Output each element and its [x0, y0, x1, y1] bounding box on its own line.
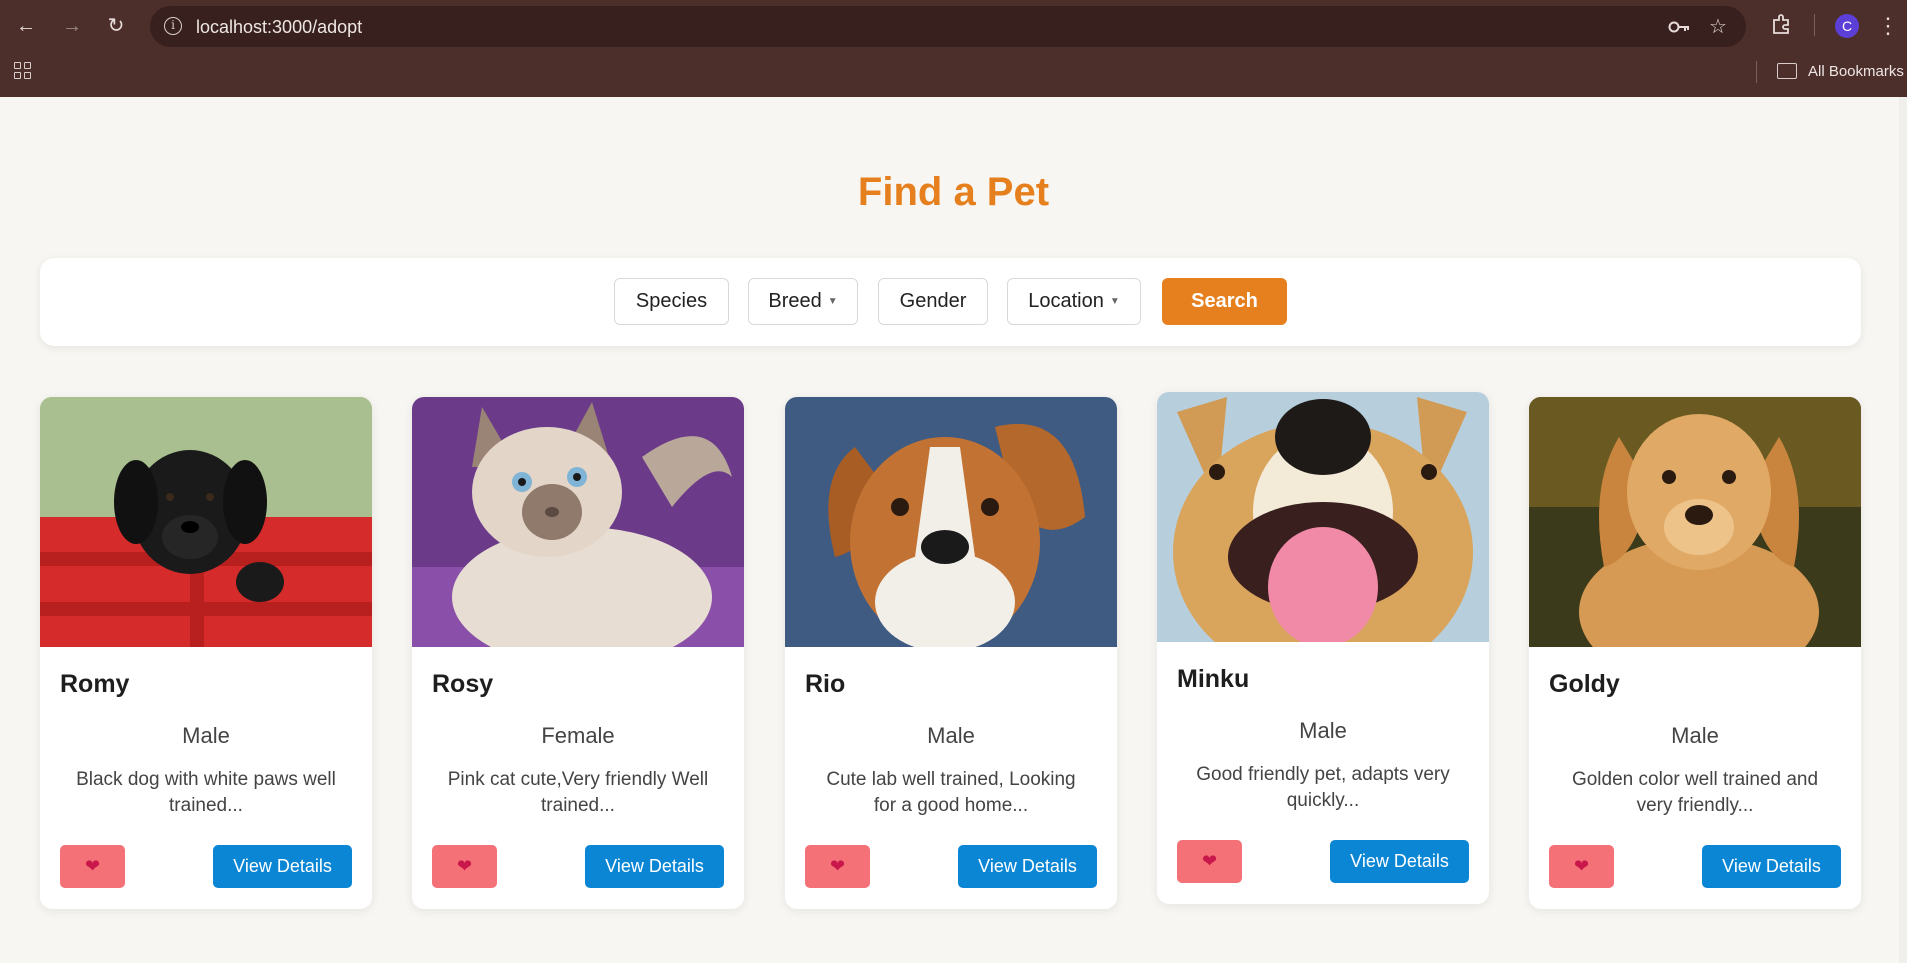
all-bookmarks-link[interactable]: All Bookmarks: [1808, 63, 1904, 80]
toolbar-divider: [1814, 14, 1815, 36]
pet-gender: Male: [182, 723, 230, 748]
breed-dropdown[interactable]: Breed ▼: [748, 278, 858, 325]
pet-gender: Male: [1299, 718, 1347, 743]
address-bar[interactable]: i localhost:3000/adopt ☆: [150, 6, 1746, 47]
password-key-icon[interactable]: [1666, 14, 1692, 40]
bookmarks-divider: [1756, 61, 1757, 83]
location-dropdown-label: Location: [1028, 290, 1104, 312]
pet-photo-black-puppy: [40, 397, 372, 647]
view-details-button[interactable]: View Details: [1702, 845, 1841, 888]
view-details-button[interactable]: View Details: [213, 845, 352, 888]
reload-icon[interactable]: ↻: [104, 14, 128, 38]
page-title: Find a Pet: [857, 170, 1050, 214]
view-details-button[interactable]: View Details: [958, 845, 1097, 888]
page-scrollbar[interactable]: [1899, 97, 1907, 963]
pet-name: Rosy: [432, 670, 494, 698]
pet-gender: Female: [541, 723, 615, 748]
favorite-button[interactable]: ❤: [60, 845, 125, 888]
species-filter-button[interactable]: Species: [614, 278, 729, 325]
gender-filter-button[interactable]: Gender: [878, 278, 988, 325]
breed-dropdown-label: Breed: [768, 290, 822, 312]
pet-photo-siamese-cat: [412, 397, 744, 647]
pet-card-romy: Romy Male Black dog with white paws well…: [40, 397, 372, 909]
browser-toolbar: ← → ↻ i localhost:3000/adopt ☆ C ⋮ All B…: [0, 0, 1907, 97]
folder-icon[interactable]: [1777, 63, 1797, 79]
location-dropdown[interactable]: Location ▼: [1007, 278, 1141, 325]
filter-bar: Species Breed ▼ Gender Location ▼ Search: [40, 258, 1861, 346]
pet-description: Golden color well trained and very frien…: [1571, 769, 1819, 816]
heart-icon: ❤: [1201, 851, 1218, 871]
favorite-button[interactable]: ❤: [1549, 845, 1614, 888]
pet-card-rosy: Rosy Female Pink cat cute,Very friendly …: [412, 397, 744, 909]
heart-icon: ❤: [84, 856, 101, 876]
back-arrow-icon[interactable]: ←: [14, 14, 38, 38]
pet-gender: Male: [927, 723, 975, 748]
favorite-button[interactable]: ❤: [432, 845, 497, 888]
profile-avatar[interactable]: C: [1835, 14, 1859, 38]
pet-name: Minku: [1177, 665, 1250, 693]
bookmark-star-icon[interactable]: ☆: [1705, 14, 1731, 40]
view-details-button[interactable]: View Details: [1330, 840, 1469, 883]
heart-icon: ❤: [1573, 856, 1590, 876]
chevron-down-icon: ▼: [1109, 295, 1120, 307]
pet-photo-beagle: [785, 397, 1117, 647]
search-button[interactable]: Search: [1162, 278, 1287, 325]
species-filter-label: Species: [635, 290, 708, 312]
heart-icon: ❤: [829, 856, 846, 876]
pet-photo-corgi: [1157, 392, 1489, 642]
pet-card-minku: Minku Male Good friendly pet, adapts ver…: [1157, 392, 1489, 904]
extensions-puzzle-icon[interactable]: [1768, 12, 1796, 40]
address-url[interactable]: localhost:3000/adopt: [196, 17, 362, 38]
pet-description: Good friendly pet, adapts very quickly..…: [1196, 764, 1450, 811]
pet-name: Goldy: [1549, 670, 1620, 698]
pet-description: Pink cat cute,Very friendly Well trained…: [447, 769, 709, 816]
view-details-button[interactable]: View Details: [585, 845, 724, 888]
pet-description: Black dog with white paws well trained..…: [76, 769, 336, 816]
favorite-button[interactable]: ❤: [1177, 840, 1242, 883]
pet-gender: Male: [1671, 723, 1719, 748]
forward-arrow-icon[interactable]: →: [60, 14, 84, 38]
pet-photo-golden-retriever: [1529, 397, 1861, 647]
pet-card-rio: Rio Male Cute lab well trained, Looking …: [785, 397, 1117, 909]
pet-name: Romy: [60, 670, 130, 698]
apps-grid-icon[interactable]: [14, 62, 34, 82]
heart-icon: ❤: [456, 856, 473, 876]
pet-card-goldy: Goldy Male Golden color well trained and…: [1529, 397, 1861, 909]
site-info-icon[interactable]: i: [164, 17, 182, 35]
more-menu-icon[interactable]: ⋮: [1874, 12, 1902, 40]
chevron-down-icon: ▼: [827, 295, 838, 307]
pet-description: Cute lab well trained, Looking for a goo…: [826, 769, 1076, 816]
favorite-button[interactable]: ❤: [805, 845, 870, 888]
pet-name: Rio: [805, 670, 846, 698]
gender-filter-label: Gender: [899, 290, 967, 312]
